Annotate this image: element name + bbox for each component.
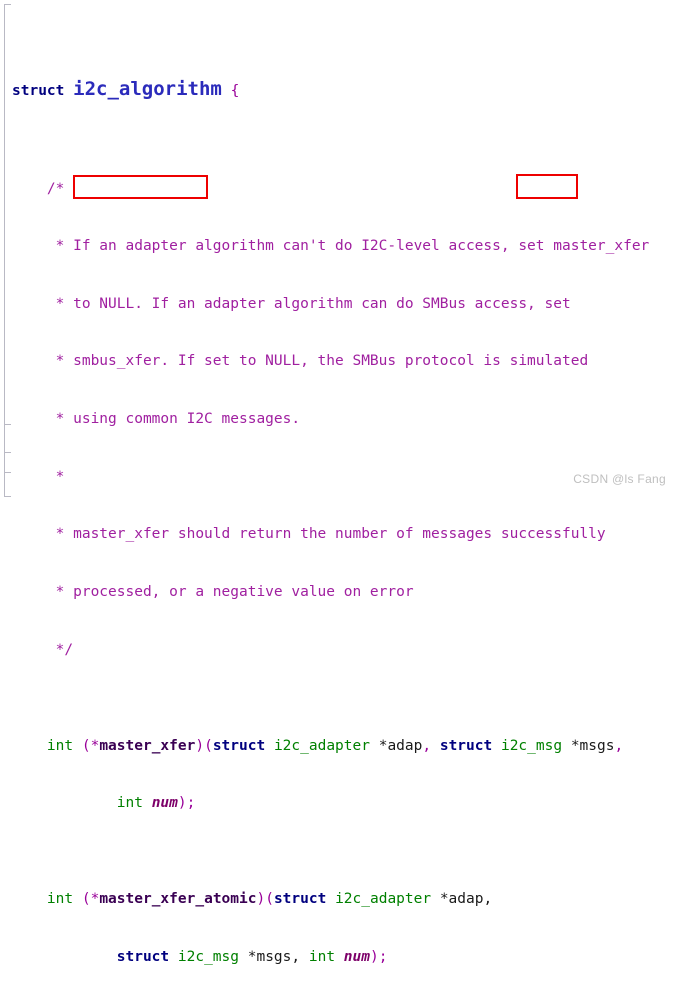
comment-text: * to NULL. If an adapter algorithm can d…	[55, 295, 571, 312]
paren-close: )	[195, 737, 205, 754]
code-listing[interactable]: struct i2c_algorithm { /* * If an adapte…	[12, 0, 677, 1006]
keyword-struct: struct	[273, 891, 327, 908]
code-line-comment-3: * smbus_xfer. If set to NULL, the SMBus …	[12, 352, 677, 371]
code-line-comment-1: * If an adapter algorithm can't do I2C-l…	[12, 237, 677, 256]
param-adap: *adap,	[439, 891, 493, 908]
return-type: int	[46, 737, 74, 754]
brace-open: {	[230, 82, 240, 99]
fold-tick-endif[interactable]	[4, 472, 11, 473]
code-line-comment-open: /*	[12, 180, 677, 199]
pointer-star: *	[90, 737, 100, 754]
fold-tick-if-open[interactable]	[4, 424, 11, 425]
code-line-master-xfer: int (*master_xfer)(struct i2c_adapter *a…	[12, 737, 677, 756]
struct-name-i2c-algorithm: i2c_algorithm	[73, 77, 222, 100]
param-msgs: *msgs,	[247, 948, 301, 965]
type-int: int	[116, 795, 143, 812]
keyword-struct: struct	[12, 82, 65, 99]
type-int: int	[308, 948, 336, 965]
comment-text: *	[55, 468, 65, 485]
comment-text: * smbus_xfer. If set to NULL, the SMBus …	[55, 353, 589, 370]
code-line-comment-2: * to NULL. If an adapter algorithm can d…	[12, 295, 677, 314]
comment-text: * processed, or a negative value on erro…	[55, 583, 414, 600]
keyword-struct: struct	[212, 737, 266, 754]
function-pointer-master-xfer-atomic: master_xfer_atomic	[99, 891, 257, 908]
type-i2c-msg: i2c_msg	[500, 737, 563, 754]
type-i2c-adapter: i2c_adapter	[335, 891, 432, 908]
code-line-comment-4: * using common I2C messages.	[12, 410, 677, 429]
code-line-comment-close: */	[12, 641, 677, 660]
keyword-struct: struct	[439, 737, 493, 754]
param-num: num	[151, 795, 178, 812]
comma: ,	[422, 737, 432, 754]
watermark-text: CSDN @ls Fang	[573, 472, 666, 486]
code-viewer: struct i2c_algorithm { /* * If an adapte…	[0, 0, 677, 965]
param-adap: *adap	[378, 737, 423, 754]
code-fold-guide-rail	[4, 4, 5, 496]
code-line-struct-declaration: struct i2c_algorithm {	[12, 77, 677, 103]
comment-text: * using common I2C messages.	[55, 411, 301, 428]
line-terminator: );	[177, 795, 196, 812]
paren-open: (	[81, 737, 91, 754]
code-line-master-xfer-atomic: int (*master_xfer_atomic)(struct i2c_ada…	[12, 890, 677, 909]
type-i2c-adapter: i2c_adapter	[273, 737, 370, 754]
function-pointer-master-xfer: master_xfer	[99, 737, 196, 754]
comment-open-token: /*	[46, 180, 65, 197]
comment-text: * If an adapter algorithm can't do I2C-l…	[55, 238, 650, 255]
paren-close: )(	[256, 891, 274, 908]
comment-text: * master_xfer should return the number o…	[55, 526, 606, 543]
param-msgs: *msgs	[570, 737, 615, 754]
line-terminator: );	[370, 948, 388, 965]
paren-open: (*	[81, 891, 100, 908]
param-num: num	[343, 948, 370, 965]
return-type: int	[46, 891, 74, 908]
code-line-master-xfer-cont: int num);	[12, 794, 677, 813]
keyword-struct: struct	[116, 948, 170, 965]
fold-tick-if-inner[interactable]	[4, 452, 11, 453]
code-line-comment-6: * master_xfer should return the number o…	[12, 525, 677, 544]
fold-tick-struct-close[interactable]	[4, 496, 11, 497]
comma: ,	[614, 737, 624, 754]
code-line-master-xfer-atomic-cont: struct i2c_msg *msgs, int num);	[12, 948, 677, 967]
comment-close-token: */	[55, 641, 74, 658]
fold-tick-struct-open[interactable]	[4, 4, 11, 5]
code-line-comment-7: * processed, or a negative value on erro…	[12, 583, 677, 602]
type-i2c-msg: i2c_msg	[177, 948, 239, 965]
args-paren-open: (	[204, 737, 213, 754]
